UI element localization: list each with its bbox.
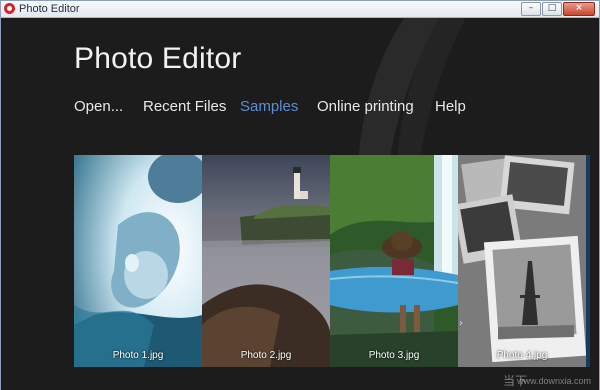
app-logo-icon [4, 3, 15, 14]
sample-2-caption: Photo 2.jpg [240, 350, 292, 361]
minimize-icon: – [528, 3, 534, 13]
main-content: Photo Editor Open... Recent Files Sample… [1, 18, 599, 390]
nav-online-printing[interactable]: Online printing [317, 96, 414, 118]
window-controls: – □ × [520, 2, 595, 16]
app-window: Photo Editor – □ × Photo Editor Open... … [0, 0, 600, 390]
sample-photo-1[interactable]: Photo 1.jpg [74, 155, 202, 367]
nav-open[interactable]: Open... [74, 96, 123, 118]
sample-3-caption: Photo 3.jpg [368, 350, 420, 361]
samples-strip: Photo 1.jpg Photo 2.jpg Photo 3.jpg Phot… [74, 155, 590, 367]
title-bar[interactable]: Photo Editor – □ × [1, 1, 599, 18]
nav-samples[interactable]: Samples [240, 96, 298, 118]
close-icon: × [575, 3, 583, 13]
maximize-icon: □ [547, 3, 557, 13]
close-button[interactable]: × [563, 2, 595, 16]
nav-help[interactable]: Help [435, 96, 466, 118]
next-sample-edge [586, 155, 590, 367]
minimize-button[interactable]: – [521, 2, 541, 16]
app-title: Photo Editor [74, 42, 242, 75]
sample-3-image [330, 155, 458, 367]
sample-photo-2[interactable]: Photo 2.jpg [202, 155, 330, 367]
sample-photo-4[interactable]: Photo 4.jpg [458, 155, 586, 367]
nav-recent-files[interactable]: Recent Files [143, 96, 226, 118]
sample-1-image [74, 155, 202, 367]
maximize-button[interactable]: □ [542, 2, 562, 16]
sample-1-caption: Photo 1.jpg [112, 350, 164, 361]
window-title: Photo Editor [19, 3, 80, 15]
sample-photo-3[interactable]: Photo 3.jpg [330, 155, 458, 367]
sample-2-image [202, 155, 330, 367]
sample-4-image [458, 155, 586, 367]
scroll-right-icon[interactable]: › [459, 318, 463, 330]
watermark-text: www.downxia.com [516, 376, 591, 386]
sample-4-caption: Photo 4.jpg [496, 350, 548, 361]
